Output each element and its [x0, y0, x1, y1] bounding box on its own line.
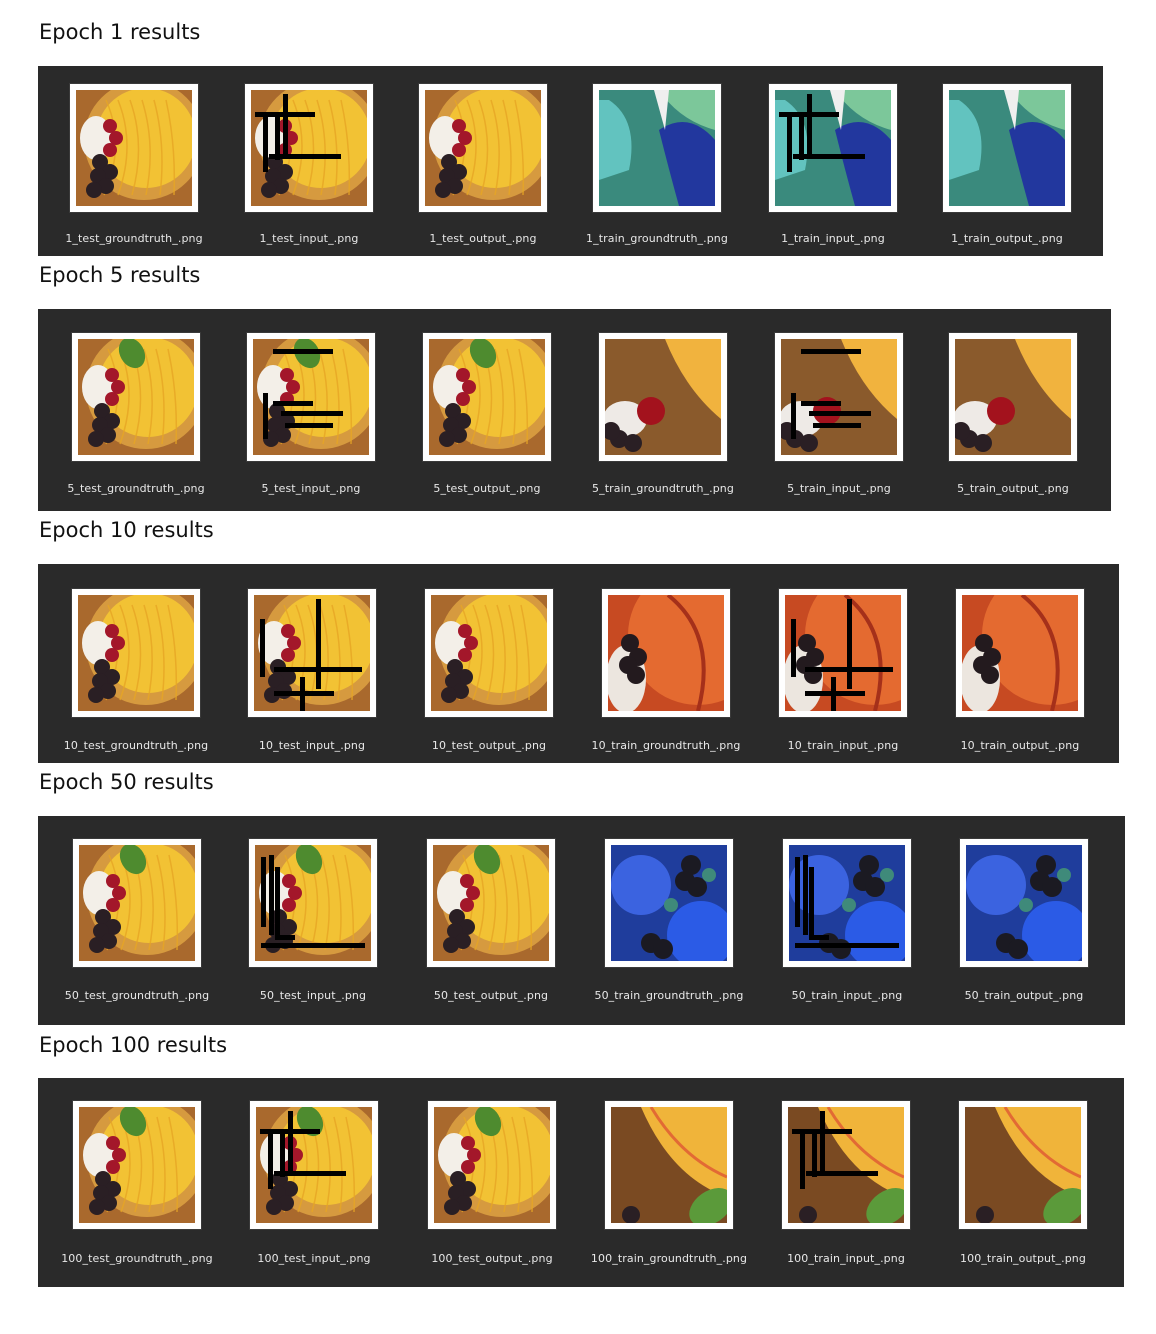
file-thumbnail[interactable]	[248, 589, 376, 717]
thumbnail-picture	[255, 845, 371, 961]
file-thumbnail[interactable]	[419, 84, 547, 212]
thumbnail-picture	[949, 90, 1065, 206]
file-thumbnail[interactable]	[599, 333, 727, 461]
file-thumbnail[interactable]	[949, 333, 1077, 461]
thumbnail-picture	[253, 339, 369, 455]
file-thumbnail[interactable]	[779, 589, 907, 717]
file-thumbnail[interactable]	[72, 333, 200, 461]
file-name-label[interactable]: 100_train_input_.png	[756, 1252, 936, 1265]
thumbnail-picture	[605, 339, 721, 455]
file-thumbnail[interactable]	[250, 1101, 378, 1229]
file-thumbnail[interactable]	[73, 1101, 201, 1229]
file-name-label[interactable]: 5_test_output_.png	[397, 482, 577, 495]
file-thumbnail[interactable]	[72, 589, 200, 717]
thumbnail-picture	[965, 1107, 1081, 1223]
file-thumbnail[interactable]	[602, 589, 730, 717]
thumbnail-picture	[775, 90, 891, 206]
file-thumbnail[interactable]	[956, 589, 1084, 717]
file-thumbnail[interactable]	[960, 839, 1088, 967]
file-name-label[interactable]: 5_test_groundtruth_.png	[46, 482, 226, 495]
thumbnail-picture	[599, 90, 715, 206]
epoch-10-title: Epoch 10 results	[39, 518, 214, 542]
file-name-label[interactable]: 50_test_output_.png	[401, 989, 581, 1002]
file-name-label[interactable]: 10_train_output_.png	[930, 739, 1110, 752]
file-name-label[interactable]: 10_test_groundtruth_.png	[46, 739, 226, 752]
thumbnail-picture	[78, 595, 194, 711]
thumbnail-picture	[433, 845, 549, 961]
file-name-label[interactable]: 100_train_groundtruth_.png	[579, 1252, 759, 1265]
file-name-label[interactable]: 5_train_input_.png	[749, 482, 929, 495]
file-thumbnail[interactable]	[769, 84, 897, 212]
file-thumbnail[interactable]	[605, 839, 733, 967]
file-thumbnail[interactable]	[775, 333, 903, 461]
file-name-label[interactable]: 1_test_output_.png	[393, 232, 573, 245]
thumbnail-picture	[76, 90, 192, 206]
file-thumbnail[interactable]	[605, 1101, 733, 1229]
file-name-label[interactable]: 5_test_input_.png	[221, 482, 401, 495]
thumbnail-picture	[434, 1107, 550, 1223]
file-thumbnail[interactable]	[428, 1101, 556, 1229]
thumbnail-picture	[79, 1107, 195, 1223]
thumbnail-picture	[611, 845, 727, 961]
file-thumbnail[interactable]	[423, 333, 551, 461]
file-name-label[interactable]: 100_train_output_.png	[933, 1252, 1113, 1265]
file-thumbnail[interactable]	[959, 1101, 1087, 1229]
file-thumbnail[interactable]	[782, 1101, 910, 1229]
epoch-100-title: Epoch 100 results	[39, 1033, 228, 1057]
thumbnail-picture	[955, 339, 1071, 455]
file-name-label[interactable]: 10_train_input_.png	[753, 739, 933, 752]
thumbnail-picture	[429, 339, 545, 455]
file-name-label[interactable]: 100_test_output_.png	[402, 1252, 582, 1265]
file-thumbnail[interactable]	[593, 84, 721, 212]
file-name-label[interactable]: 50_train_groundtruth_.png	[579, 989, 759, 1002]
thumbnail-picture	[966, 845, 1082, 961]
file-thumbnail[interactable]	[247, 333, 375, 461]
file-name-label[interactable]: 1_test_groundtruth_.png	[44, 232, 224, 245]
thumbnail-picture	[781, 339, 897, 455]
file-thumbnail[interactable]	[943, 84, 1071, 212]
thumbnail-picture	[425, 90, 541, 206]
file-name-label[interactable]: 5_train_groundtruth_.png	[573, 482, 753, 495]
file-thumbnail[interactable]	[249, 839, 377, 967]
thumbnail-picture	[789, 845, 905, 961]
thumbnail-picture	[962, 595, 1078, 711]
file-name-label[interactable]: 100_test_input_.png	[224, 1252, 404, 1265]
thumbnail-picture	[78, 339, 194, 455]
file-name-label[interactable]: 50_test_groundtruth_.png	[47, 989, 227, 1002]
file-name-label[interactable]: 10_test_input_.png	[222, 739, 402, 752]
thumbnail-picture	[251, 90, 367, 206]
thumbnail-picture	[254, 595, 370, 711]
file-name-label[interactable]: 1_train_input_.png	[743, 232, 923, 245]
epoch-50-title: Epoch 50 results	[39, 770, 214, 794]
file-name-label[interactable]: 50_train_output_.png	[934, 989, 1114, 1002]
file-thumbnail[interactable]	[425, 589, 553, 717]
file-thumbnail[interactable]	[70, 84, 198, 212]
file-thumbnail[interactable]	[73, 839, 201, 967]
thumbnail-picture	[608, 595, 724, 711]
file-name-label[interactable]: 50_train_input_.png	[757, 989, 937, 1002]
file-name-label[interactable]: 10_train_groundtruth_.png	[576, 739, 756, 752]
file-name-label[interactable]: 1_train_groundtruth_.png	[567, 232, 747, 245]
file-name-label[interactable]: 1_test_input_.png	[219, 232, 399, 245]
file-name-label[interactable]: 10_test_output_.png	[399, 739, 579, 752]
file-name-label[interactable]: 5_train_output_.png	[923, 482, 1103, 495]
epoch-1-title: Epoch 1 results	[39, 20, 201, 44]
file-thumbnail[interactable]	[245, 84, 373, 212]
thumbnail-picture	[256, 1107, 372, 1223]
thumbnail-picture	[611, 1107, 727, 1223]
epoch-5-title: Epoch 5 results	[39, 263, 201, 287]
thumbnail-picture	[79, 845, 195, 961]
file-name-label[interactable]: 50_test_input_.png	[223, 989, 403, 1002]
file-thumbnail[interactable]	[427, 839, 555, 967]
thumbnail-picture	[785, 595, 901, 711]
file-name-label[interactable]: 1_train_output_.png	[917, 232, 1097, 245]
thumbnail-picture	[431, 595, 547, 711]
file-name-label[interactable]: 100_test_groundtruth_.png	[47, 1252, 227, 1265]
file-thumbnail[interactable]	[783, 839, 911, 967]
thumbnail-picture	[788, 1107, 904, 1223]
